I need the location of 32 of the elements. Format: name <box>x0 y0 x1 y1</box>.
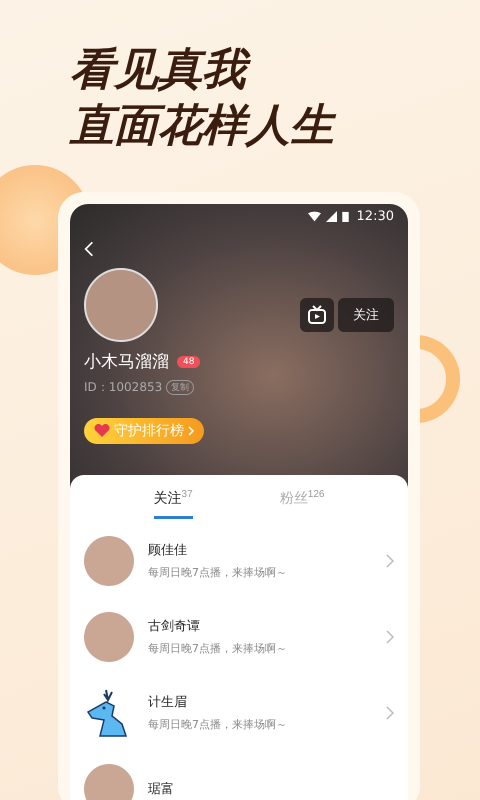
level-badge: 48 <box>177 356 200 368</box>
tab[interactable]: 关注$^{37}$ <box>154 485 193 519</box>
status-time: 12:30 <box>356 208 394 224</box>
back-icon[interactable] <box>84 240 94 258</box>
avatar-photo-placeholder <box>84 612 134 662</box>
user-name: 古剑奇谭 <box>148 618 201 636</box>
user-bio: 每周日晚7点播，来捧场啊～ <box>148 565 288 580</box>
chevron-icon <box>188 426 194 436</box>
wifi-icon <box>308 210 321 222</box>
user-bio: 每周日晚7点播，来捧场啊～ <box>148 641 288 656</box>
signal-icon <box>324 210 338 222</box>
avatar-photo-placeholder <box>84 764 134 800</box>
headline: 看见真我 <box>70 42 480 98</box>
user-name: 顾佳佳 <box>148 542 188 560</box>
user-name: 琚富 <box>148 780 175 798</box>
avatar-photo-placeholder <box>84 536 134 586</box>
battery-icon <box>342 210 349 222</box>
ranking-button[interactable]: 守护排行榜 <box>84 418 204 444</box>
user-id: ID：1002853 <box>84 379 162 396</box>
chevron-icon[interactable] <box>386 630 394 644</box>
tv-button[interactable] <box>300 298 334 332</box>
user-bio: 每周日晚7点播，来捧场啊～ <box>148 717 288 732</box>
copy-button[interactable]: 复制 <box>166 380 194 395</box>
heart-icon <box>94 424 110 438</box>
headline: 直面花样人生 <box>70 98 480 154</box>
tv-icon <box>307 305 327 325</box>
chevron-icon[interactable] <box>386 706 394 720</box>
chevron-icon[interactable] <box>386 554 394 568</box>
tab[interactable]: 粉丝$^{126}$ <box>280 485 324 519</box>
profile-name: 小木马溜溜 <box>84 351 169 373</box>
user-name: 计生眉 <box>148 694 188 712</box>
follow-button[interactable]: 关注 <box>338 298 394 332</box>
